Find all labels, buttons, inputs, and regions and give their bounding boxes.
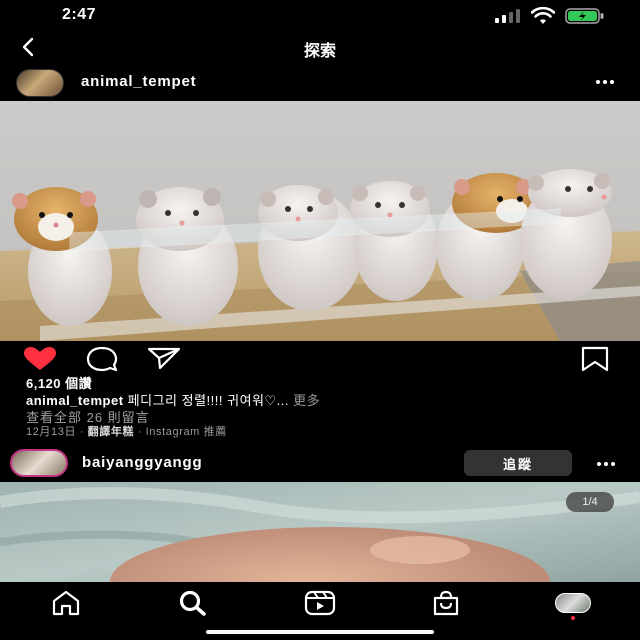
share-icon[interactable] (146, 346, 182, 370)
notification-dot (571, 616, 575, 620)
more-options-button[interactable] (592, 454, 620, 474)
page-title: 探索 (303, 43, 336, 60)
battery-icon (565, 8, 604, 24)
search-icon (179, 590, 206, 616)
home-indicator (206, 630, 434, 634)
caption-text: 페디그리 정렬!!!! 귀여워♡... (127, 393, 289, 408)
dot-icon (611, 462, 615, 466)
post-image[interactable] (0, 101, 640, 341)
post-meta: 12月13日 · 翻譯年糕 · Instagram 推薦 (26, 423, 227, 439)
post-date: 12月13日 (26, 426, 77, 438)
bookmark-icon[interactable] (580, 346, 610, 372)
separator: · (79, 426, 88, 438)
follow-button[interactable]: 追蹤 (464, 450, 572, 476)
caption-more-link[interactable]: 更多 (293, 393, 320, 408)
post-header-2: baiyanggyangg 追蹤 (0, 446, 640, 480)
hamster-6 (520, 169, 612, 299)
page-indicator: 1/4 (566, 492, 614, 512)
comment-icon[interactable] (85, 346, 119, 372)
more-options-button[interactable] (591, 72, 619, 92)
post-header: animal_tempet (0, 65, 640, 101)
heart-icon[interactable] (22, 347, 58, 371)
recommendation-source: Instagram 推薦 (145, 426, 227, 438)
reels-icon (304, 590, 336, 616)
dot-icon (597, 462, 601, 466)
tab-profile[interactable] (553, 588, 593, 620)
dot-icon (604, 462, 608, 466)
wifi-icon (531, 7, 555, 24)
dot-icon (610, 80, 614, 84)
post-actions (0, 343, 640, 373)
top-nav: 探索 (0, 32, 640, 62)
caption-username[interactable]: animal_tempet (26, 393, 124, 408)
tab-home[interactable] (46, 588, 86, 618)
home-icon (52, 590, 80, 616)
post-username[interactable]: baiyanggyangg (82, 454, 202, 471)
shop-icon (433, 590, 459, 616)
separator: · (137, 426, 146, 438)
post-image[interactable] (0, 482, 640, 582)
signal-icon (495, 9, 520, 23)
dot-icon (596, 80, 600, 84)
tab-search[interactable] (173, 588, 213, 618)
hamsters-photo (0, 101, 640, 341)
translate-link[interactable]: 翻譯年糕 (88, 426, 134, 438)
dot-icon (603, 80, 607, 84)
avatar[interactable] (10, 449, 68, 477)
post-username[interactable]: animal_tempet (81, 73, 196, 90)
status-bar: 2:47 (0, 0, 640, 32)
tab-reels[interactable] (300, 588, 340, 618)
status-time: 2:47 (62, 6, 97, 23)
avatar (555, 593, 591, 613)
tab-shop[interactable] (426, 588, 466, 618)
blanket-photo (0, 482, 640, 582)
avatar[interactable] (16, 69, 64, 97)
